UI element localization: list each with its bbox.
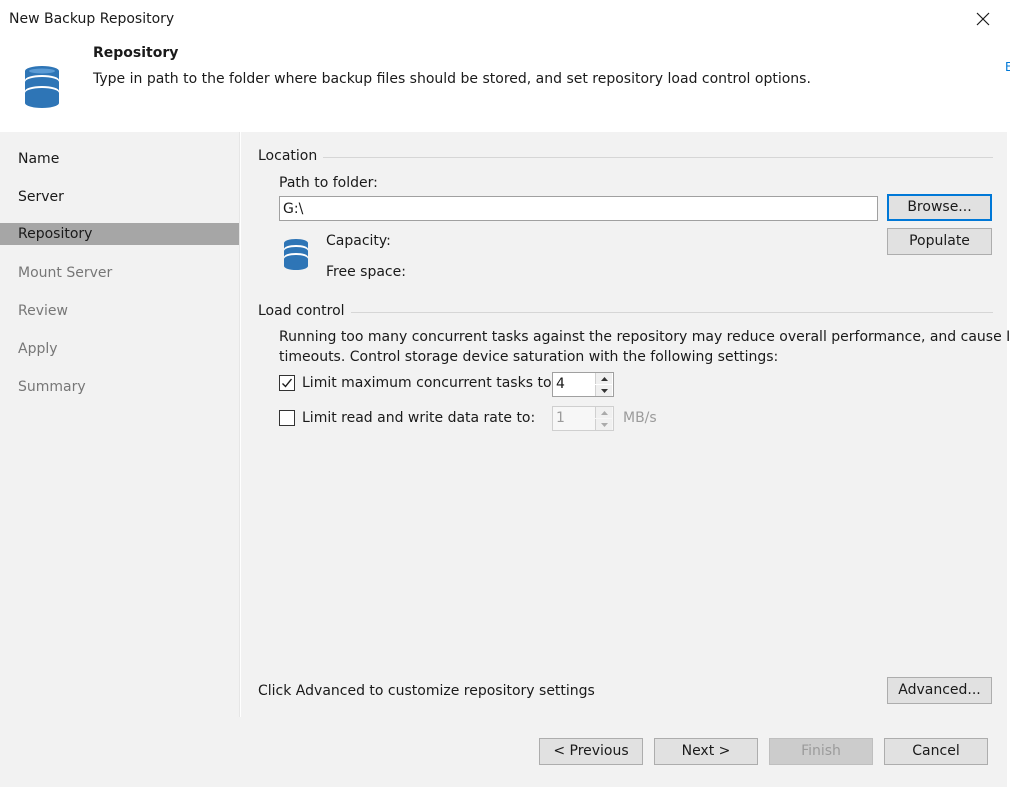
spin-down-button[interactable] [595,385,612,396]
limit-rate-label: Limit read and write data rate to: [302,410,536,426]
capacity-label: Capacity: [326,233,391,249]
disk-icon [284,239,308,270]
previous-button[interactable]: < Previous [539,738,643,765]
data-rate-value: 1 [556,410,565,426]
checkmark-icon [282,378,293,388]
path-label: Path to folder: [279,175,378,191]
load-control-description-2: timeouts. Control storage device saturat… [279,349,779,365]
arrow-up-icon [600,376,608,381]
limit-rate-checkbox[interactable] [279,410,295,426]
data-rate-spinner: 1 [552,406,614,431]
step-mount-server: Mount Server [18,265,113,281]
next-button[interactable]: Next > [654,738,758,765]
free-space-label: Free space: [326,264,406,280]
concurrent-tasks-spinner[interactable]: 4 [552,372,614,397]
repository-settings-panel: Location Path to folder: Browse... Popul… [241,132,1010,717]
finish-button: Finish [769,738,873,765]
path-to-folder-input[interactable] [279,196,878,221]
step-apply: Apply [18,341,58,357]
rate-spin-down-button [595,419,612,430]
wizard-steps-sidebar: Name Server Repository Mount Server Revi… [0,132,240,717]
wizard-header: Repository Type in path to the folder wh… [0,38,1007,132]
window-title: New Backup Repository [9,11,175,27]
arrow-down-icon [600,422,608,427]
data-rate-unit: MB/s [623,410,657,426]
location-divider [323,157,993,158]
limit-tasks-label: Limit maximum concurrent tasks to: [302,375,557,391]
load-control-description-1: Running too many concurrent tasks agains… [279,329,1010,345]
database-icon [25,66,59,108]
advanced-hint: Click Advanced to customize repository s… [258,683,595,699]
background-window-edge-text: E [1005,60,1010,74]
close-button[interactable] [965,4,1001,34]
rate-spin-up-button [595,407,612,418]
title-bar: New Backup Repository [0,0,1007,38]
browse-button[interactable]: Browse... [887,194,992,221]
load-control-divider [351,312,993,313]
wizard-footer: < Previous Next > Finish Cancel [0,717,1007,787]
close-icon [976,12,990,26]
limit-tasks-checkbox[interactable] [279,375,295,391]
populate-button[interactable]: Populate [887,228,992,255]
arrow-up-icon [600,410,608,415]
cancel-button[interactable]: Cancel [884,738,988,765]
dialog-window: New Backup Repository Repository Type in… [0,0,1010,787]
advanced-button[interactable]: Advanced... [887,677,992,704]
header-title: Repository [93,45,179,61]
step-server[interactable]: Server [0,186,239,208]
step-review: Review [18,303,68,319]
header-description: Type in path to the folder where backup … [93,71,811,87]
spin-up-button[interactable] [595,373,612,384]
step-repository[interactable]: Repository [0,223,239,245]
location-group-label: Location [258,148,318,164]
arrow-down-icon [600,388,608,393]
step-name[interactable]: Name [0,148,239,170]
step-summary: Summary [18,379,86,395]
concurrent-tasks-value[interactable]: 4 [556,374,565,395]
load-control-group-label: Load control [258,303,345,319]
